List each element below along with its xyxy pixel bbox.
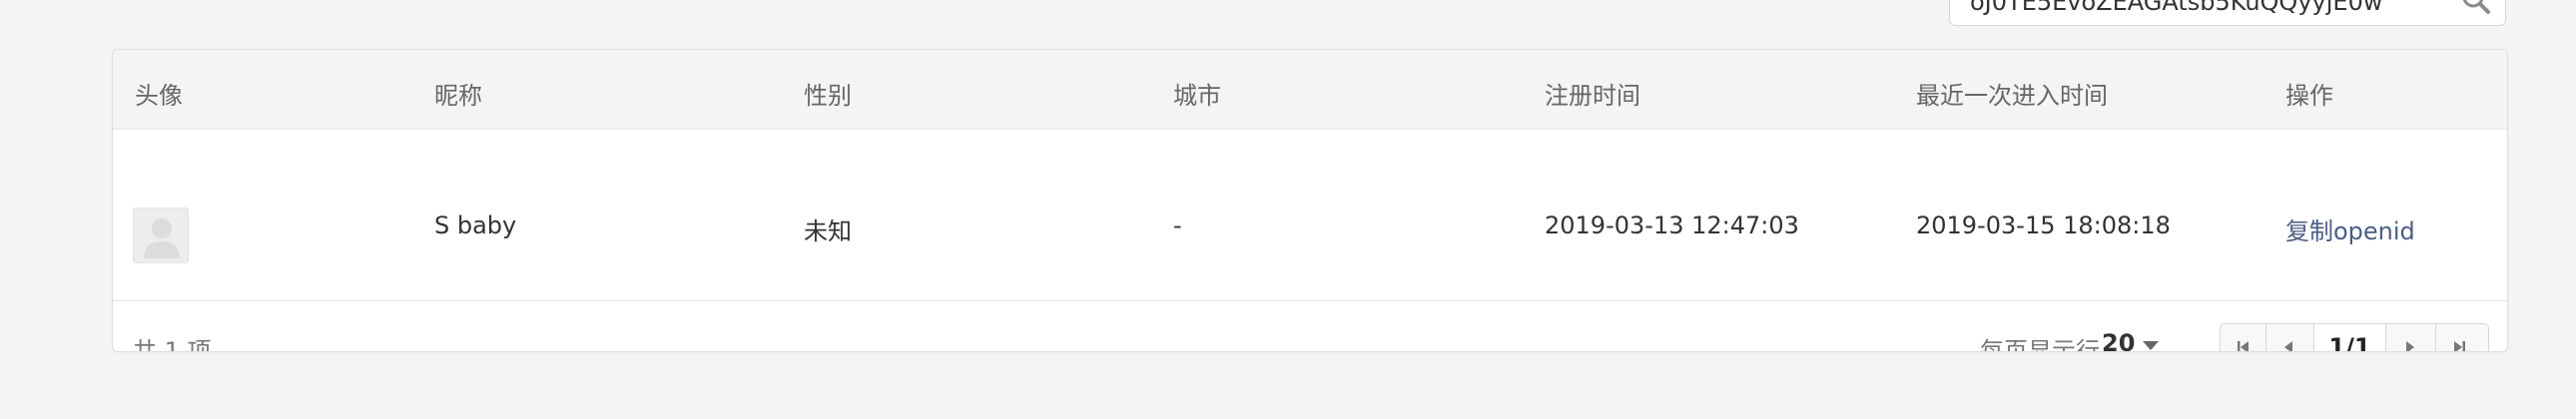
last-page-button[interactable] — [2436, 324, 2488, 351]
first-page-button[interactable] — [2221, 324, 2266, 351]
page-size-value: 20 — [2102, 329, 2136, 352]
next-page-icon — [2406, 341, 2414, 351]
avatar — [133, 208, 189, 263]
last-page-icon — [2454, 341, 2465, 351]
column-header-nickname: 昵称 — [434, 82, 482, 110]
page-size-select[interactable]: 20 — [2086, 325, 2170, 352]
column-header-avatar: 头像 — [135, 82, 183, 110]
user-placeholder-icon — [144, 218, 180, 258]
search-box[interactable] — [1949, 0, 2506, 26]
page-size-label: 每页显示行 — [1980, 337, 2100, 352]
prev-page-button[interactable] — [2266, 324, 2314, 351]
table-row: S baby 未知 - 2019-03-13 12:47:03 2019-03-… — [113, 130, 2507, 301]
pagination: 1/1 — [2220, 323, 2489, 351]
nickname-cell: S baby — [434, 211, 517, 239]
column-header-last-visit: 最近一次进入时间 — [1916, 82, 2108, 110]
search-icon[interactable] — [2459, 0, 2493, 16]
column-header-city: 城市 — [1173, 82, 1221, 110]
table-header: 头像 昵称 性别 城市 注册时间 最近一次进入时间 操作 — [113, 50, 2507, 130]
column-header-registered: 注册时间 — [1545, 82, 1640, 110]
gender-cell: 未知 — [804, 217, 852, 245]
copy-openid-link[interactable]: 复制openid — [2285, 211, 2415, 246]
column-header-actions: 操作 — [2285, 82, 2333, 110]
caret-down-icon — [2143, 341, 2159, 350]
last-visit-cell: 2019-03-15 18:08:18 — [1916, 211, 2171, 239]
prev-page-icon — [2284, 341, 2292, 351]
city-cell: - — [1173, 211, 1182, 239]
first-page-icon — [2238, 341, 2249, 351]
search-input[interactable] — [1968, 0, 2411, 17]
next-page-button[interactable] — [2386, 324, 2436, 351]
registered-cell: 2019-03-13 12:47:03 — [1545, 211, 1799, 239]
total-count: 共 1 项 — [133, 337, 212, 352]
current-page: 1/1 — [2314, 324, 2386, 351]
column-header-gender: 性别 — [804, 82, 852, 110]
user-table-panel: 头像 昵称 性别 城市 注册时间 最近一次进入时间 操作 S baby 未知 -… — [112, 49, 2508, 352]
table-footer: 共 1 项 每页显示行 20 1/1 — [113, 301, 2507, 352]
